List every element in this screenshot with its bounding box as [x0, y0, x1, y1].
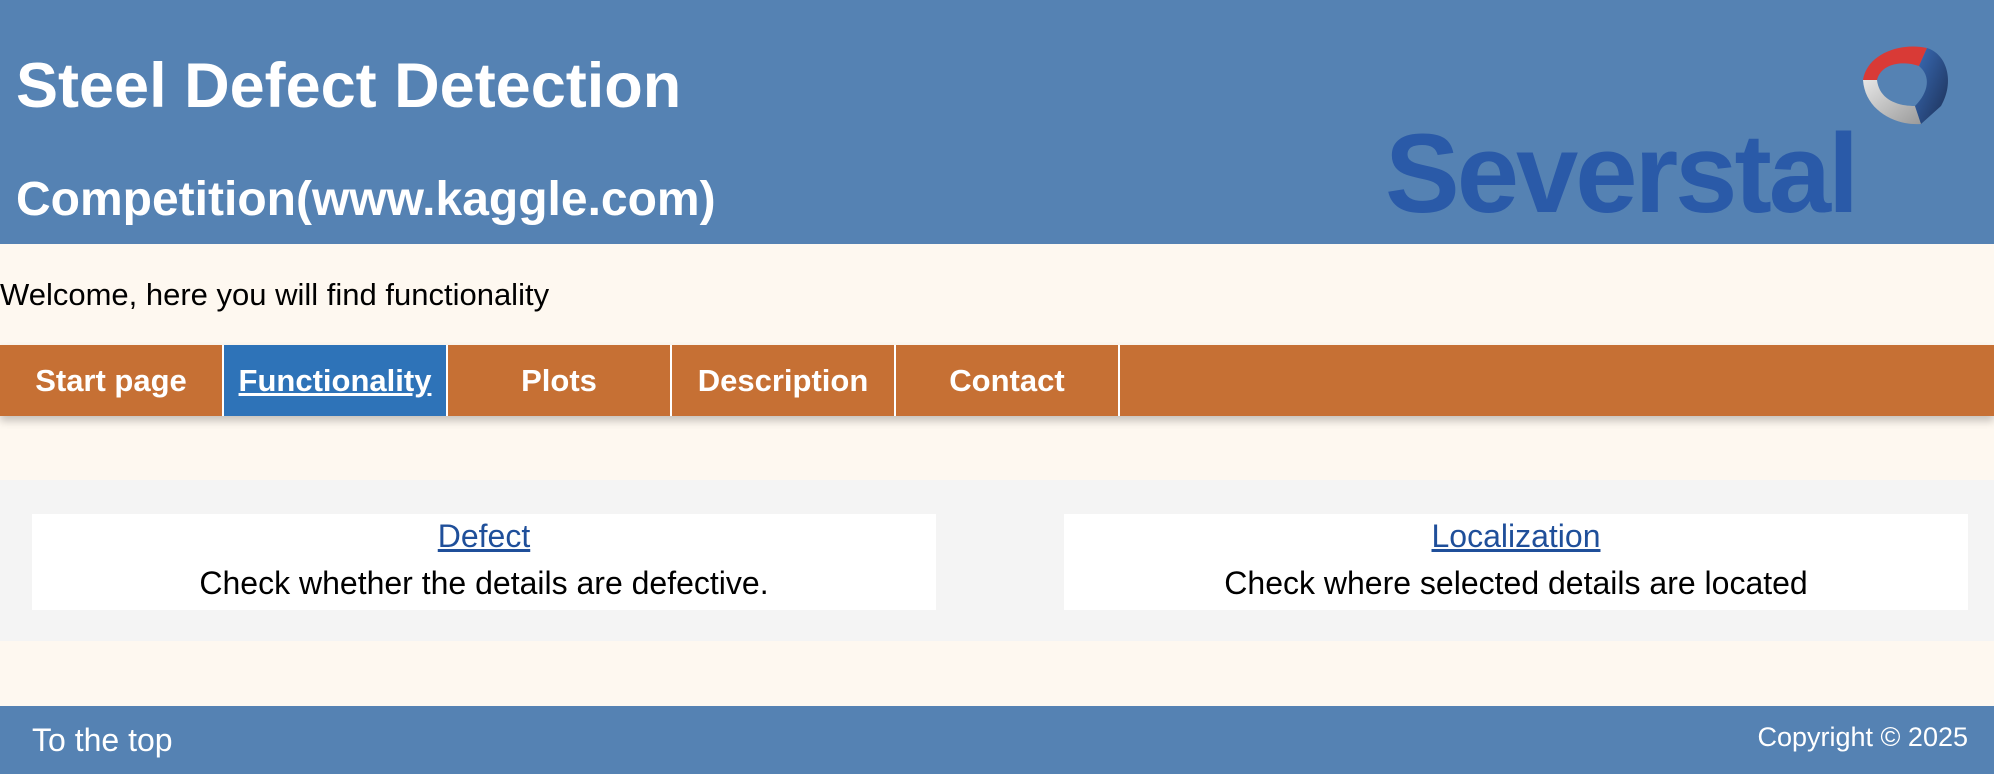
page-title: Steel Defect Detection [16, 51, 682, 121]
main-nav: Start page Functionality Plots Descripti… [0, 345, 1994, 416]
defect-description: Check whether the details are defective. [199, 564, 769, 601]
severstal-logo: Severstal [1385, 40, 1955, 230]
localization-description: Check where selected details are located [1224, 564, 1808, 601]
footer: To the top Copyright © 2025 [0, 706, 1994, 774]
defect-link[interactable]: Defect [32, 518, 936, 555]
tab-contact[interactable]: Contact [896, 345, 1120, 416]
tab-description[interactable]: Description [672, 345, 896, 416]
tab-functionality[interactable]: Functionality [224, 345, 448, 416]
functionality-panel: Defect Check whether the details are def… [0, 480, 1994, 641]
logo-mark-icon [1863, 46, 1949, 125]
localization-card: Localization Check where selected detail… [1064, 514, 1968, 610]
to-the-top-link[interactable]: To the top [32, 722, 173, 759]
copyright-text: Copyright © 2025 [1757, 722, 1968, 752]
tab-plots[interactable]: Plots [448, 345, 672, 416]
localization-link[interactable]: Localization [1064, 518, 1968, 555]
defect-card: Defect Check whether the details are def… [32, 514, 936, 610]
welcome-text: Welcome, here you will find functionalit… [0, 277, 550, 312]
header: Steel Defect Detection Competition(www.k… [0, 0, 1994, 244]
tab-start-page[interactable]: Start page [0, 345, 224, 416]
page-subtitle: Competition(www.kaggle.com) [16, 173, 716, 226]
logo-wordmark: Severstal [1385, 111, 1859, 236]
